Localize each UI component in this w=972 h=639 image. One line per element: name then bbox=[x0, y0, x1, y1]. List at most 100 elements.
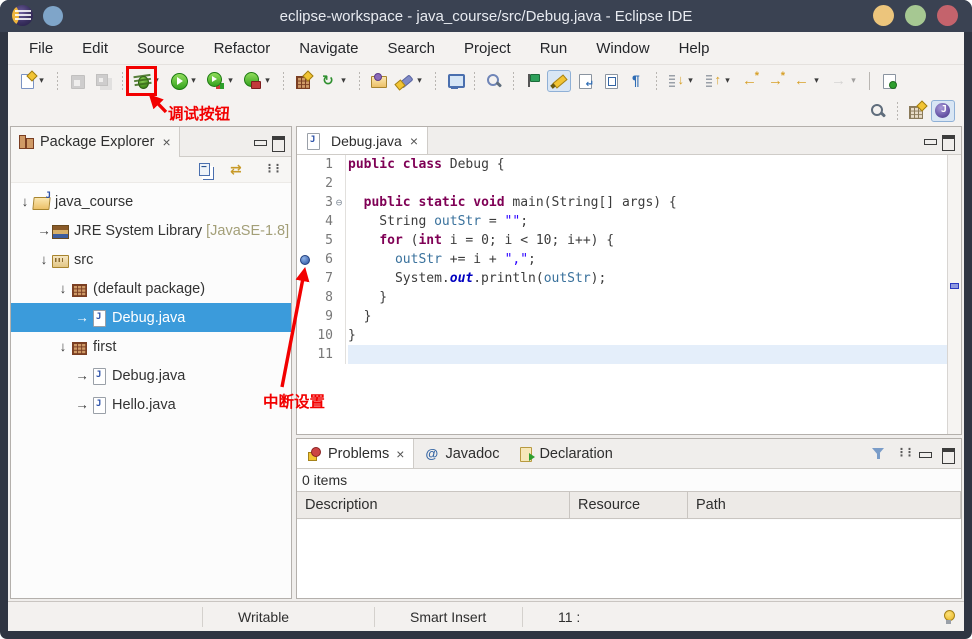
pin-editor-button[interactable] bbox=[877, 70, 901, 92]
close-icon[interactable] bbox=[396, 447, 404, 461]
code-lines[interactable]: 1public class Debug {23 public static vo… bbox=[297, 155, 947, 434]
chevron-down-icon[interactable] bbox=[36, 75, 47, 86]
breakpoint-margin[interactable] bbox=[297, 155, 311, 174]
breakpoint-margin[interactable] bbox=[297, 288, 311, 307]
save-button[interactable] bbox=[65, 70, 89, 92]
collapse-all-button[interactable] bbox=[194, 159, 218, 181]
magnifier-small-button[interactable] bbox=[482, 70, 506, 92]
window-maximize-button[interactable] bbox=[905, 5, 926, 26]
search-q-button[interactable] bbox=[866, 100, 890, 122]
close-icon[interactable] bbox=[162, 135, 170, 149]
tree-item-src[interactable]: src bbox=[11, 245, 291, 274]
chevron-down-icon[interactable] bbox=[848, 75, 859, 86]
debug-button[interactable] bbox=[130, 70, 165, 92]
chevron-down-icon[interactable] bbox=[338, 75, 349, 86]
prev-annotation-button[interactable] bbox=[701, 70, 736, 92]
forward-button[interactable] bbox=[827, 70, 862, 92]
breakpoint-margin[interactable] bbox=[297, 326, 311, 345]
open-type-button[interactable] bbox=[367, 70, 391, 92]
breakpoint-overview-marker[interactable] bbox=[950, 283, 959, 289]
column-header-description[interactable]: Description bbox=[297, 492, 570, 518]
column-header-path[interactable]: Path bbox=[688, 492, 961, 518]
lightbulb-icon[interactable] bbox=[940, 608, 958, 626]
expand-arrow-icon[interactable] bbox=[74, 310, 90, 325]
tree-item-hello-java[interactable]: Hello.java bbox=[11, 390, 291, 419]
code-line-11[interactable]: 11 bbox=[297, 345, 947, 364]
breakpoint-margin[interactable] bbox=[297, 269, 311, 288]
menu-file[interactable]: File bbox=[29, 40, 53, 57]
minimize-view-icon[interactable] bbox=[921, 132, 939, 150]
task-flag-button[interactable] bbox=[521, 70, 545, 92]
tree-item--default-package-[interactable]: (default package) bbox=[11, 274, 291, 303]
link-editor-button[interactable] bbox=[226, 159, 250, 181]
run-button[interactable] bbox=[167, 70, 202, 92]
code-line-10[interactable]: 10} bbox=[297, 326, 947, 345]
tab-declaration[interactable]: Declaration bbox=[508, 439, 621, 468]
breakpoint-margin[interactable] bbox=[297, 231, 311, 250]
tree-item-jre-system-library[interactable]: JRE System Library[JavaSE-1.8] bbox=[11, 216, 291, 245]
column-header-resource[interactable]: Resource bbox=[570, 492, 688, 518]
doc-box-button[interactable] bbox=[599, 70, 623, 92]
tab-problems[interactable]: Problems bbox=[297, 439, 414, 468]
collapse-arrow-icon[interactable] bbox=[55, 281, 71, 296]
tab-javadoc[interactable]: Javadoc bbox=[414, 439, 508, 468]
minimize-view-icon[interactable] bbox=[251, 133, 269, 151]
refresh-button[interactable] bbox=[317, 70, 352, 92]
maximize-view-icon[interactable] bbox=[269, 133, 287, 151]
window-close-button[interactable] bbox=[937, 5, 958, 26]
maximize-view-icon[interactable] bbox=[939, 132, 957, 150]
menu-run[interactable]: Run bbox=[540, 40, 568, 57]
menu-help[interactable]: Help bbox=[679, 40, 710, 57]
collapse-arrow-icon[interactable] bbox=[17, 194, 33, 209]
tree-item-debug-java[interactable]: Debug.java bbox=[11, 303, 291, 332]
code-line-3[interactable]: 3 public static void main(String[] args)… bbox=[297, 193, 947, 212]
open-perspective-button[interactable] bbox=[905, 100, 929, 122]
doc-arrow-button[interactable] bbox=[573, 70, 597, 92]
collapse-arrow-icon[interactable] bbox=[36, 252, 52, 267]
overview-ruler[interactable] bbox=[947, 155, 961, 434]
chevron-down-icon[interactable] bbox=[414, 75, 425, 86]
new-wizard-button[interactable] bbox=[15, 70, 50, 92]
menu-project[interactable]: Project bbox=[464, 40, 511, 57]
console-button[interactable] bbox=[443, 70, 467, 92]
window-minimize-button[interactable] bbox=[873, 5, 894, 26]
view-menu-button[interactable] bbox=[258, 159, 282, 181]
fwd-star-button[interactable] bbox=[764, 70, 788, 92]
expand-arrow-icon[interactable] bbox=[74, 397, 90, 412]
breakpoint-margin[interactable] bbox=[297, 345, 311, 364]
chevron-down-icon[interactable] bbox=[811, 75, 822, 86]
code-line-6[interactable]: 6 outStr += i + ","; bbox=[297, 250, 947, 269]
filter-icon[interactable] bbox=[870, 445, 888, 463]
breakpoint-margin[interactable] bbox=[297, 174, 311, 193]
back-button[interactable] bbox=[790, 70, 825, 92]
tree-item-java-course[interactable]: java_course bbox=[11, 187, 291, 216]
chevron-down-icon[interactable] bbox=[151, 75, 162, 86]
breakpoint-margin[interactable] bbox=[297, 307, 311, 326]
package-explorer-tab[interactable]: Package Explorer bbox=[11, 127, 180, 157]
tree-item-first[interactable]: first bbox=[11, 332, 291, 361]
back-star-button[interactable] bbox=[738, 70, 762, 92]
code-line-9[interactable]: 9 } bbox=[297, 307, 947, 326]
expand-arrow-icon[interactable] bbox=[36, 223, 52, 238]
next-annotation-button[interactable] bbox=[664, 70, 699, 92]
mark-occurrences-button[interactable] bbox=[547, 70, 571, 92]
chevron-down-icon[interactable] bbox=[225, 75, 236, 86]
coverage-button[interactable] bbox=[204, 70, 239, 92]
chevron-down-icon[interactable] bbox=[188, 75, 199, 86]
code-line-8[interactable]: 8 } bbox=[297, 288, 947, 307]
menu-refactor[interactable]: Refactor bbox=[214, 40, 271, 57]
menu-window[interactable]: Window bbox=[596, 40, 649, 57]
maximize-view-icon[interactable] bbox=[939, 445, 957, 463]
breakpoint-icon[interactable] bbox=[297, 250, 311, 269]
menu-edit[interactable]: Edit bbox=[82, 40, 108, 57]
view-menu-icon[interactable] bbox=[893, 445, 911, 463]
expand-arrow-icon[interactable] bbox=[74, 368, 90, 383]
code-line-5[interactable]: 5 for (int i = 0; i < 10; i++) { bbox=[297, 231, 947, 250]
code-line-7[interactable]: 7 System.out.println(outStr); bbox=[297, 269, 947, 288]
external-tools-button[interactable] bbox=[241, 70, 276, 92]
new-java-project-button[interactable] bbox=[291, 70, 315, 92]
java-perspective-button[interactable] bbox=[931, 100, 955, 122]
code-line-1[interactable]: 1public class Debug { bbox=[297, 155, 947, 174]
breakpoint-margin[interactable] bbox=[297, 212, 311, 231]
chevron-down-icon[interactable] bbox=[722, 75, 733, 86]
